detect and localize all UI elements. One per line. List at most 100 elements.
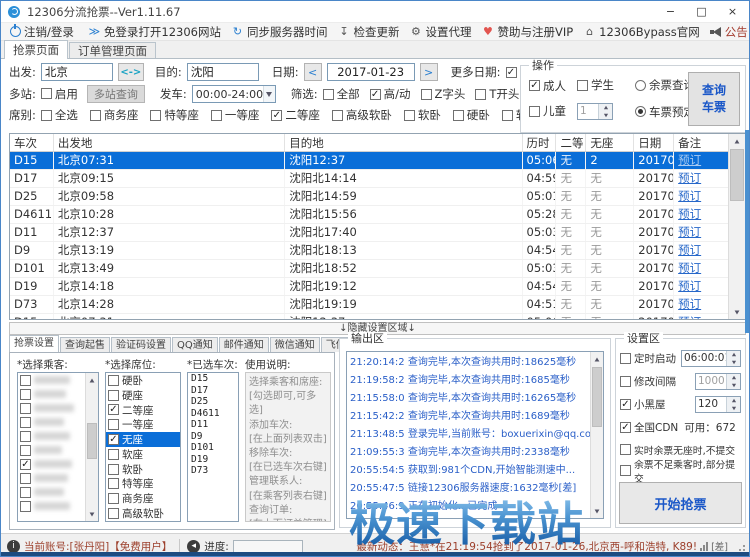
train-type-checkbox[interactable]: Z字头: [421, 86, 466, 102]
selected-train-item[interactable]: D15: [188, 373, 238, 385]
spinner-down-button[interactable]: [599, 112, 612, 120]
spinner-down-button[interactable]: [727, 359, 740, 367]
spinner-down-button[interactable]: [727, 405, 740, 413]
column-header[interactable]: 无座: [586, 134, 634, 151]
seat-class-checkbox[interactable]: 一等座: [211, 107, 260, 123]
train-type-checkbox[interactable]: T开头: [475, 86, 519, 102]
setting-checkbox[interactable]: ✓小黑屋: [620, 397, 666, 412]
book-link[interactable]: 预订: [678, 171, 701, 185]
passenger-row[interactable]: [18, 471, 85, 485]
seat-option-row[interactable]: 硬卧: [106, 373, 180, 388]
seat-option-row[interactable]: ✓二等座: [106, 403, 180, 418]
spinner-up-button[interactable]: [727, 351, 740, 359]
seat-option-row[interactable]: 一等座: [106, 417, 180, 432]
remaining-ticket-query-radio[interactable]: 余票查询: [635, 77, 695, 93]
table-row[interactable]: D73北京14:28沈阳北19:1904:51无无20170123预订: [10, 296, 728, 314]
book-link[interactable]: 预订: [678, 279, 701, 293]
seat-class-checkbox[interactable]: 软卧: [404, 107, 441, 123]
setting-checkbox[interactable]: 实时余票无座时,不提交: [620, 443, 735, 457]
passenger-listbox[interactable]: ✓: [17, 372, 99, 522]
spinner-up-button[interactable]: [727, 397, 740, 405]
scroll-up-icon[interactable]: [729, 134, 745, 148]
output-scrollbar[interactable]: [590, 352, 603, 518]
setting-checkbox[interactable]: 定时启动: [620, 351, 676, 366]
column-header[interactable]: 二等座: [556, 134, 586, 151]
spinner-up-button[interactable]: [727, 374, 740, 382]
adult-checkbox[interactable]: ✓成人: [529, 78, 566, 94]
depart-time-select[interactable]: 00:00-24:00: [192, 85, 276, 103]
selected-train-item[interactable]: D19: [188, 454, 238, 466]
book-link[interactable]: 预订: [678, 153, 701, 167]
passenger-row[interactable]: [18, 373, 85, 387]
scroll-thumb[interactable]: [730, 149, 744, 201]
page-tab-1[interactable]: 订单管理页面: [69, 42, 156, 59]
multi-station-enable-checkbox[interactable]: 启用: [41, 86, 78, 102]
seat-class-checkbox[interactable]: ✓二等座: [271, 107, 320, 123]
book-link[interactable]: 预订: [678, 243, 701, 257]
seat-class-checkbox[interactable]: 商务座: [90, 107, 139, 123]
settings-tab-0[interactable]: 抢票设置: [9, 335, 59, 352]
seat-option-row[interactable]: 软卧: [106, 462, 180, 477]
train-type-checkbox[interactable]: ✓高/动: [370, 86, 411, 102]
train-table-header[interactable]: 车次出发地目的地历时二等座无座日期备注: [10, 134, 728, 152]
table-row[interactable]: D25北京09:58沈阳北14:5905:01无无20170123预订: [10, 188, 728, 206]
swap-stations-button[interactable]: <->: [118, 63, 144, 81]
spinner[interactable]: 06:00:01: [681, 350, 741, 367]
table-row[interactable]: D19北京14:18沈阳北19:1204:54无无20170123预订: [10, 278, 728, 296]
spinner[interactable]: 120: [695, 396, 741, 413]
toolbar-item[interactable]: ⌂12306Bypass官网: [583, 24, 700, 40]
seat-class-checkbox[interactable]: 高级软卧: [332, 107, 392, 123]
child-checkbox[interactable]: 儿童: [529, 103, 566, 119]
selected-train-item[interactable]: D9: [188, 431, 238, 443]
column-header[interactable]: 日期: [634, 134, 674, 151]
toolbar-item[interactable]: 注销/登录: [10, 24, 74, 40]
toolbar-item[interactable]: ⚙设置代理: [409, 24, 471, 40]
settings-tab-3[interactable]: QQ通知: [172, 337, 218, 352]
passenger-row[interactable]: [18, 499, 85, 513]
book-link[interactable]: 预订: [678, 225, 701, 239]
toolbar-item[interactable]: ♥赞助与注册VIP: [481, 24, 573, 40]
seat-class-checkbox[interactable]: 全选: [41, 107, 78, 123]
spinner-down-button[interactable]: [727, 382, 740, 390]
column-header[interactable]: 历时: [523, 134, 557, 151]
passenger-row[interactable]: ✓: [18, 457, 85, 471]
book-link[interactable]: 预订: [678, 315, 701, 319]
book-link[interactable]: 预订: [678, 207, 701, 221]
scroll-down-icon[interactable]: [729, 305, 745, 319]
toolbar-item[interactable]: 公告:软件遇到问题时,请看12306是否正常！: [710, 24, 749, 40]
selected-train-item[interactable]: D17: [188, 385, 238, 397]
table-row[interactable]: D17北京09:15沈阳北14:1404:59无无20170123预订: [10, 170, 728, 188]
spinner-up-button[interactable]: [599, 104, 612, 112]
selected-train-item[interactable]: D101: [188, 442, 238, 454]
spinner-arrows[interactable]: [726, 351, 740, 366]
scroll-up-icon[interactable]: [86, 373, 98, 387]
student-checkbox[interactable]: 学生: [577, 77, 614, 93]
passenger-row[interactable]: [18, 401, 85, 415]
selected-train-item[interactable]: D73: [188, 465, 238, 477]
table-row[interactable]: D11北京12:37沈阳北17:4005:03无无20170123预订: [10, 224, 728, 242]
book-link[interactable]: 预订: [678, 297, 701, 311]
toolbar-item[interactable]: ↻同步服务器时间: [231, 24, 328, 40]
column-header[interactable]: 出发地: [54, 134, 285, 151]
date-input[interactable]: [327, 63, 415, 81]
from-input[interactable]: [41, 63, 113, 81]
passenger-row[interactable]: [18, 485, 85, 499]
seat-option-row[interactable]: 硬座: [106, 388, 180, 403]
scroll-thumb[interactable]: [87, 423, 97, 459]
combo-arrow[interactable]: [263, 86, 275, 102]
settings-tab-4[interactable]: 邮件通知: [219, 337, 269, 352]
passenger-scrollbar[interactable]: [85, 373, 98, 521]
spinner[interactable]: 1: [577, 103, 613, 120]
next-date-button[interactable]: >: [420, 63, 438, 81]
maximize-button[interactable]: □: [686, 1, 717, 22]
ticket-booking-radio[interactable]: 车票预定: [635, 104, 695, 120]
spinner-arrows[interactable]: [598, 104, 612, 119]
table-row[interactable]: D4611北京10:28沈阳北15:5605:28无无20170123预订: [10, 206, 728, 224]
settings-tab-5[interactable]: 微信通知: [270, 337, 320, 352]
setting-checkbox[interactable]: 修改间隔: [620, 374, 676, 389]
scroll-thumb[interactable]: [592, 367, 602, 427]
table-scrollbar[interactable]: [728, 134, 745, 319]
start-grabbing-button[interactable]: 开始抢票: [619, 482, 742, 524]
table-row[interactable]: D15北京07:31沈阳12:3705:06无无20170124预订: [10, 314, 728, 319]
seat-option-row[interactable]: ✓无座: [106, 432, 180, 447]
